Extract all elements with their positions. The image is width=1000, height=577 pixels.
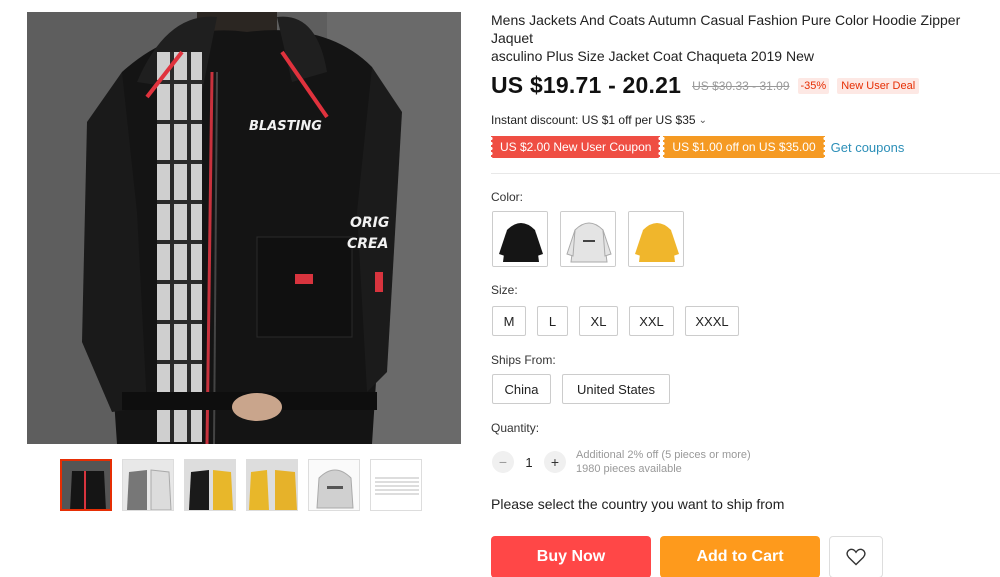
price-row: US $19.71 - 20.21 US $30.33 - 31.09 -35%… bbox=[491, 72, 920, 99]
thumbnail-5[interactable] bbox=[308, 459, 360, 511]
size-options: M L XL XXL XXXL bbox=[492, 306, 750, 336]
quantity-stepper: − 1 + Additional 2% off (5 pieces or mor… bbox=[492, 448, 751, 476]
size-option-xxl[interactable]: XXL bbox=[629, 306, 674, 336]
store-coupon[interactable]: US $1.00 off on US $35.00 bbox=[661, 136, 827, 158]
coupon-row: US $2.00 New User Coupon US $1.00 off on… bbox=[488, 136, 905, 158]
color-option-black[interactable] bbox=[492, 211, 548, 267]
sleeve-print-text-1: ORIG bbox=[350, 215, 389, 231]
size-option-xxxl[interactable]: XXXL bbox=[685, 306, 739, 336]
original-price: US $30.33 - 31.09 bbox=[692, 78, 790, 93]
color-option-yellow[interactable] bbox=[628, 211, 684, 267]
ship-option-china[interactable]: China bbox=[492, 374, 551, 404]
size-option-l[interactable]: L bbox=[537, 306, 568, 336]
current-price: US $19.71 - 20.21 bbox=[491, 72, 682, 98]
quantity-label: Quantity: bbox=[491, 421, 540, 435]
instant-discount-label: Instant discount: US $1 off per US $35 bbox=[491, 113, 696, 127]
add-to-cart-button[interactable]: Add to Cart bbox=[660, 536, 820, 577]
ships-from-options: China United States bbox=[492, 374, 681, 404]
thumbnail-4[interactable] bbox=[246, 459, 298, 511]
get-coupons-link[interactable]: Get coupons bbox=[831, 140, 905, 155]
color-options bbox=[492, 211, 696, 267]
size-option-xl[interactable]: XL bbox=[579, 306, 618, 336]
thumbnail-3[interactable] bbox=[184, 459, 236, 511]
bulk-discount-text: Additional 2% off (5 pieces or more) bbox=[576, 449, 751, 461]
color-label: Color: bbox=[491, 190, 524, 204]
thumbnail-2[interactable] bbox=[122, 459, 174, 511]
thumbnail-strip bbox=[60, 459, 432, 511]
main-product-image: BLASTING ORIG CREA bbox=[27, 12, 461, 444]
discount-badge: -35% bbox=[797, 77, 830, 94]
wishlist-button[interactable] bbox=[829, 536, 883, 577]
product-title: Mens Jackets And Coats Autumn Casual Fas… bbox=[491, 12, 961, 64]
quantity-info: Additional 2% off (5 pieces or more) 198… bbox=[576, 448, 751, 476]
sleeve-print-text-2: CREA bbox=[347, 236, 388, 252]
ships-from-label: Ships From: bbox=[491, 353, 556, 367]
divider bbox=[491, 173, 1000, 174]
instant-discount[interactable]: Instant discount: US $1 off per US $35 ⌄ bbox=[491, 113, 707, 127]
heart-icon bbox=[846, 548, 866, 566]
chevron-down-icon: ⌄ bbox=[698, 114, 707, 126]
ship-option-united-states[interactable]: United States bbox=[562, 374, 670, 404]
color-option-white[interactable] bbox=[560, 211, 616, 267]
jacket-print-text: BLASTING bbox=[249, 119, 322, 134]
buy-now-button[interactable]: Buy Now bbox=[491, 536, 651, 577]
new-user-deal-badge: New User Deal bbox=[837, 77, 920, 94]
ship-from-notice: Please select the country you want to sh… bbox=[491, 496, 785, 512]
thumbnail-1[interactable] bbox=[60, 459, 112, 511]
quantity-value[interactable]: 1 bbox=[514, 455, 544, 470]
thumbnail-6[interactable] bbox=[370, 459, 422, 511]
new-user-coupon[interactable]: US $2.00 New User Coupon bbox=[488, 136, 663, 158]
size-label: Size: bbox=[491, 283, 518, 297]
size-option-m[interactable]: M bbox=[492, 306, 526, 336]
stock-available-text: 1980 pieces available bbox=[576, 463, 682, 475]
quantity-plus-button[interactable]: + bbox=[544, 451, 566, 473]
quantity-minus-button[interactable]: − bbox=[492, 451, 514, 473]
